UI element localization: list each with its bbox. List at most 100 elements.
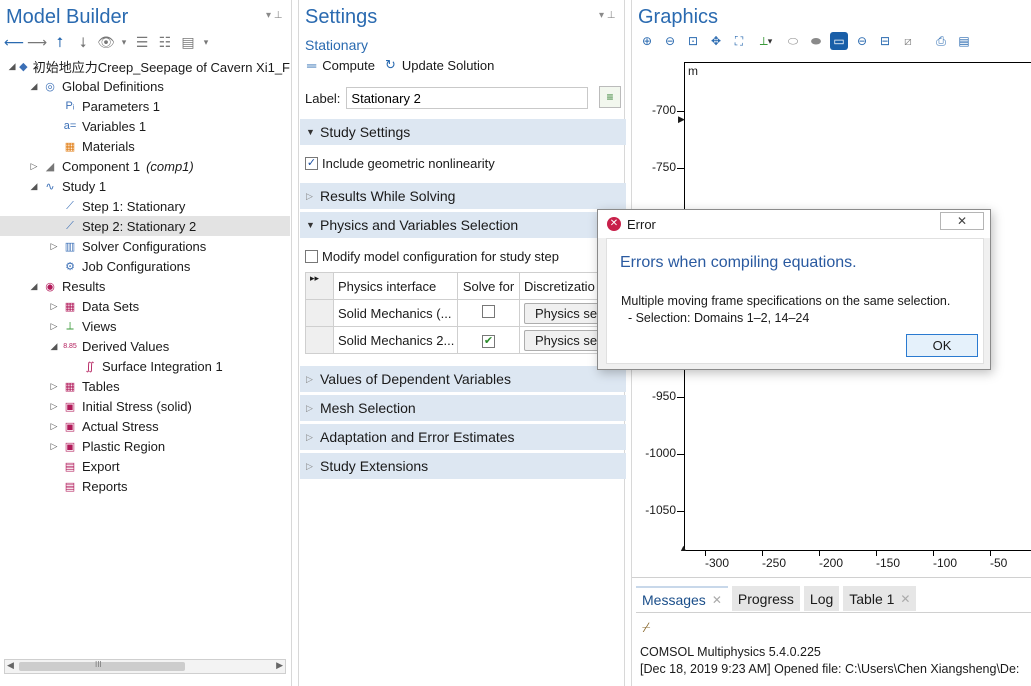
ok-button[interactable]: OK (906, 334, 978, 357)
close-icon[interactable]: ✕ (712, 593, 722, 607)
zoom-box-icon[interactable]: ⊡ (684, 32, 702, 50)
collapsed-twisty-icon[interactable]: ▷ (48, 421, 60, 432)
forward-arrow-icon[interactable]: ⟶ (27, 33, 47, 51)
back-arrow-icon[interactable]: ⟵ (4, 33, 24, 51)
tree-item[interactable]: Pᵢ Parameters 1 (0, 96, 290, 116)
collapsed-twisty-icon[interactable]: ▷ (48, 321, 60, 332)
tree-item[interactable]: ⟋ Step 2: Stationary 2 (0, 216, 290, 236)
tab-progress[interactable]: Progress (731, 586, 800, 611)
screenshot-icon[interactable]: ⎙ (932, 32, 950, 50)
table-header-row: ▸▸ Physics interface Solve for Discretiz… (305, 272, 620, 300)
tree-item[interactable]: ▦ Materials (0, 136, 290, 156)
expand-columns-icon[interactable]: ▸▸ (305, 272, 334, 300)
solve-for-checkbox[interactable]: ✔ (482, 335, 495, 348)
tree-item[interactable]: ▷ ▣ Initial Stress (solid) (0, 396, 290, 416)
section-mesh-selection[interactable]: ▷ Mesh Selection (300, 395, 626, 421)
collapsed-twisty-icon[interactable]: ▷ (48, 401, 60, 412)
tab-messages[interactable]: Messages ✕ (636, 586, 728, 611)
dropdown-icon[interactable]: ▾ (119, 33, 129, 51)
expanded-triangle-icon: ▼ (306, 220, 315, 230)
pane-menu-icon[interactable]: ▾ ⊥ (266, 10, 283, 21)
select-objects-icon[interactable]: ⬭ (784, 32, 802, 50)
scrollbar-thumb[interactable] (19, 662, 185, 671)
tree-item[interactable]: ◢ 8.85 Derived Values (0, 336, 290, 356)
list-view-icon[interactable]: ▤ (178, 33, 198, 51)
view-options-dropdown-icon[interactable]: ▾ (201, 33, 211, 51)
compute-button[interactable]: ═ Compute (307, 58, 375, 73)
pane-menu-icon[interactable]: ▾ ⊥ (599, 10, 616, 21)
print-icon[interactable]: ▤ (955, 32, 973, 50)
include-nonlinearity-checkbox[interactable]: ✓ (305, 157, 318, 170)
tree-item[interactable]: ◢ ◎ Global Definitions (0, 76, 290, 96)
move-up-icon[interactable]: ⭡ (50, 33, 70, 51)
physics-interface-cell: Solid Mechanics 2... (333, 326, 458, 354)
axis-orientation-icon[interactable]: ⟂ ▾ (753, 32, 779, 50)
column-header[interactable]: Physics interface (333, 272, 458, 300)
tree-item[interactable]: ▷ ▣ Plastic Region (0, 436, 290, 456)
tree-item[interactable]: ▷ ⟂ Views (0, 316, 290, 336)
tree-item[interactable]: ▷ ▣ Actual Stress (0, 416, 290, 436)
clear-broom-icon[interactable]: ⌿ (642, 619, 650, 636)
tab-log[interactable]: Log (803, 586, 840, 611)
table-row[interactable]: Solid Mechanics (... Physics set (305, 299, 620, 327)
tree-item[interactable]: ▷ ▦ Data Sets (0, 296, 290, 316)
collapse-all-icon[interactable]: ☰ (132, 33, 152, 51)
section-study-extensions[interactable]: ▷ Study Extensions (300, 453, 626, 479)
expanded-twisty-icon[interactable]: ◢ (28, 281, 40, 292)
label-input[interactable] (346, 87, 589, 109)
collapsed-twisty-icon[interactable]: ▷ (48, 241, 60, 252)
tree-item[interactable]: ◢ ∿ Study 1 (0, 176, 290, 196)
collapsed-twisty-icon[interactable]: ▷ (28, 161, 40, 172)
close-icon[interactable]: ✕ (900, 592, 910, 606)
tree-item-label: Derived Values (82, 338, 170, 354)
scroll-right-icon[interactable]: ▶ (276, 660, 283, 671)
collapsed-twisty-icon[interactable]: ▷ (48, 381, 60, 392)
select-domains-icon[interactable]: ▭ (830, 32, 848, 50)
section-results-while-solving[interactable]: ▷ Results While Solving (300, 183, 626, 209)
scroll-left-icon[interactable]: ◀ (7, 660, 14, 671)
collapsed-twisty-icon[interactable]: ▷ (48, 301, 60, 312)
tree-item[interactable]: ◢ ◆ 初始地应力Creep_Seepage of Cavern Xi1_F (0, 56, 290, 76)
close-button[interactable]: ✕ (940, 212, 984, 230)
tree-item[interactable]: ∬ Surface Integration 1 (0, 356, 290, 376)
section-study-settings[interactable]: ▼ Study Settings (300, 119, 626, 145)
section-dependent-values[interactable]: ▷ Values of Dependent Variables (300, 366, 626, 392)
modify-model-checkbox[interactable] (305, 250, 318, 263)
expanded-twisty-icon[interactable]: ◢ (28, 181, 40, 192)
update-solution-button[interactable]: ↻ Update Solution (385, 57, 494, 73)
section-physics-selection[interactable]: ▼ Physics and Variables Selection (300, 212, 626, 238)
move-down-icon[interactable]: ⭣ (73, 33, 93, 51)
label-comment-icon[interactable]: ≡ (599, 86, 621, 108)
zoom-extents-icon[interactable]: ⛶ (730, 32, 748, 50)
tree-item[interactable]: a= Variables 1 (0, 116, 290, 136)
clear-selection-icon[interactable]: ⧄ (899, 32, 917, 50)
study-icon: ∿ (45, 180, 55, 193)
refresh-icon: ↻ (384, 57, 396, 72)
section-adaptation[interactable]: ▷ Adaptation and Error Estimates (300, 424, 626, 450)
expanded-twisty-icon[interactable]: ◢ (8, 61, 16, 72)
show-icon[interactable]: 👁 (96, 33, 116, 51)
table-row[interactable]: Solid Mechanics 2... ✔ Physics set (305, 326, 620, 354)
select-boundaries-icon[interactable]: ⬬ (807, 32, 825, 50)
expanded-twisty-icon[interactable]: ◢ (48, 341, 60, 352)
tree-item[interactable]: ⚙ Job Configurations (0, 256, 290, 276)
zoom-out-icon[interactable]: ⊖ (661, 32, 679, 50)
column-header[interactable]: Solve for (457, 272, 520, 300)
expanded-twisty-icon[interactable]: ◢ (28, 81, 40, 92)
tree-item[interactable]: ▤ Export (0, 456, 290, 476)
tree-item[interactable]: ▷ ◢ Component 1 (comp1) (0, 156, 290, 176)
tree-item[interactable]: ▤ Reports (0, 476, 290, 496)
tree-item[interactable]: ⟋ Step 1: Stationary (0, 196, 290, 216)
expand-all-icon[interactable]: ☷ (155, 33, 175, 51)
tree-item[interactable]: ▷ ▥ Solver Configurations (0, 236, 290, 256)
tree-item[interactable]: ▷ ▦ Tables (0, 376, 290, 396)
zoom-selected-icon[interactable]: ✥ (707, 32, 725, 50)
zoom-in-icon[interactable]: ⊕ (638, 32, 656, 50)
select-edges-icon[interactable]: ⊖ (853, 32, 871, 50)
horizontal-scrollbar[interactable]: ◀ III ▶ (4, 659, 286, 674)
collapsed-twisty-icon[interactable]: ▷ (48, 441, 60, 452)
tree-item[interactable]: ◢ ◉ Results (0, 276, 290, 296)
solve-for-checkbox[interactable] (482, 305, 495, 318)
tab-table-1[interactable]: Table 1 ✕ (843, 586, 917, 611)
select-points-icon[interactable]: ⊟ (876, 32, 894, 50)
